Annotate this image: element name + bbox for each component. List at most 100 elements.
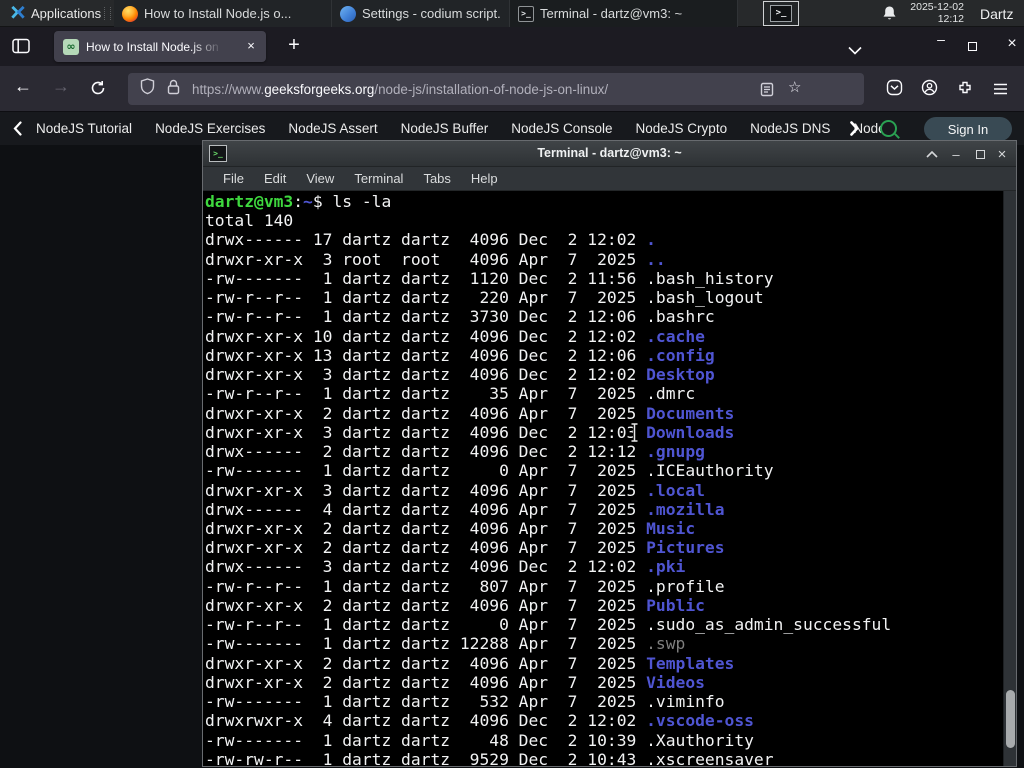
file-name: .local <box>646 480 705 500</box>
taskbar-button-vscodium[interactable]: Settings - codium script... <box>332 0 510 27</box>
terminal-shade-button[interactable] <box>920 141 944 167</box>
terminal-menu-terminal[interactable]: Terminal <box>344 171 413 186</box>
prompt-userhost: dartz@vm3 <box>205 192 294 211</box>
listing-row-meta: -rw-r--r-- 1 dartz dartz 807 Apr 7 2025 <box>205 576 647 596</box>
nav-item-nodejs-crypto[interactable]: NodeJS Crypto <box>636 121 728 136</box>
file-name: Music <box>646 518 696 538</box>
prompt-command: $ ls -la <box>312 192 392 211</box>
browser-close-button[interactable]: × <box>1000 35 1024 53</box>
file-name: .sudo_as_admin_successful <box>646 615 892 635</box>
file-name: .dmrc <box>646 384 696 404</box>
listing-row-meta: drwxr-xr-x 2 dartz dartz 4096 Apr 7 2025 <box>205 538 647 558</box>
browser-tab[interactable]: ∞ How to Install Node.js on × <box>54 31 266 62</box>
browser-maximize-button[interactable] <box>968 42 977 51</box>
extensions-icon[interactable] <box>957 80 973 101</box>
new-tab-button[interactable]: + <box>280 32 308 60</box>
nav-scroll-right-icon[interactable] <box>850 121 859 141</box>
file-name: Pictures <box>646 538 725 558</box>
nav-item-nodejs-dns[interactable]: NodeJS DNS <box>750 121 830 136</box>
file-name: .config <box>646 345 715 365</box>
file-name: Videos <box>646 672 705 692</box>
file-name: .ICEauthority <box>646 461 774 481</box>
taskbar-button-firefox[interactable]: How to Install Node.js o... <box>114 0 332 27</box>
text-cursor-pointer <box>628 422 641 448</box>
back-button[interactable]: ← <box>14 76 32 97</box>
listing-row-meta: -rw------- 1 dartz dartz 0 Apr 7 2025 <box>205 461 647 481</box>
terminal-menu-view[interactable]: View <box>296 171 344 186</box>
nav-item-nodejs-assert[interactable]: NodeJS Assert <box>288 121 377 136</box>
listing-row-meta: -rw-r--r-- 1 dartz dartz 35 Apr 7 2025 <box>205 384 647 404</box>
firefox-icon <box>122 5 138 22</box>
menu-hamburger-icon[interactable] <box>993 82 1008 100</box>
terminal-menu-help[interactable]: Help <box>461 171 508 186</box>
nav-item-nodejs-exercises[interactable]: NodeJS Exercises <box>155 121 265 136</box>
listing-row-meta: drwxr-xr-x 3 dartz dartz 4096 Dec 2 12:0… <box>205 422 647 442</box>
listing-row-meta: drwxr-xr-x 3 dartz dartz 4096 Apr 7 2025 <box>205 480 647 500</box>
browser-tab-bar: ∞ How to Install Node.js on × + – × <box>0 27 1024 66</box>
nav-item-nodejs-console[interactable]: NodeJS Console <box>511 121 612 136</box>
browser-toolbar: ← → https://www.geeksforgeeks.org/node-j… <box>0 66 1024 112</box>
listing-row-meta: drwxrwxr-x 4 dartz dartz 4096 Dec 2 12:0… <box>205 711 647 731</box>
url-scheme: https://www. <box>192 81 265 97</box>
terminal-maximize-button[interactable] <box>968 141 992 167</box>
taskbar-button-label: Settings - codium script... <box>362 6 501 21</box>
applications-label: Applications <box>31 6 102 21</box>
file-name: Templates <box>646 653 735 673</box>
file-name: .swp <box>646 634 686 654</box>
file-name: .. <box>646 249 666 269</box>
taskbar-button-label: Terminal - dartz@vm3: ~ <box>540 6 683 21</box>
browser-minimize-button[interactable]: – <box>928 31 954 47</box>
listing-row-meta: -rw------- 1 dartz dartz 532 Apr 7 2025 <box>205 692 647 712</box>
notification-bell-icon[interactable] <box>882 5 897 27</box>
panel-clock[interactable]: 2025-12-02 12:12 <box>904 1 964 25</box>
tracking-shield-icon[interactable] <box>140 78 155 100</box>
search-icon[interactable] <box>880 120 897 137</box>
terminal-scrollbar-thumb[interactable] <box>1006 690 1015 748</box>
file-name: .cache <box>646 326 705 346</box>
reload-icon[interactable] <box>90 80 106 101</box>
listing-row-meta: drwx------ 17 dartz dartz 4096 Dec 2 12:… <box>205 230 647 250</box>
address-bar[interactable]: https://www.geeksforgeeks.org/node-js/in… <box>128 73 864 105</box>
listing-row-meta: drwxr-xr-x 2 dartz dartz 4096 Apr 7 2025 <box>205 672 647 692</box>
terminal-title-bar[interactable]: >_ Terminal - dartz@vm3: ~ – × <box>203 141 1016 167</box>
url-domain: geeksforgeeks.org <box>264 81 375 97</box>
forward-button[interactable]: → <box>52 76 70 97</box>
panel-user-menu[interactable]: Dartz <box>980 0 1013 27</box>
list-tabs-chevron-icon[interactable] <box>848 42 862 60</box>
tab-close-icon[interactable]: × <box>243 38 259 54</box>
terminal-menu-edit[interactable]: Edit <box>254 171 296 186</box>
terminal-scrollbar[interactable] <box>1003 191 1016 766</box>
lock-icon[interactable] <box>167 79 180 100</box>
nav-item-nodejs-tutorial[interactable]: NodeJS Tutorial <box>36 121 132 136</box>
terminal-output[interactable]: dartz@vm3:~$ ls -la total 140 drwx------… <box>205 192 891 766</box>
terminal-close-button[interactable]: × <box>990 141 1014 167</box>
firefox-view-icon[interactable] <box>12 38 30 59</box>
applications-menu[interactable]: Applications <box>6 0 105 27</box>
file-name: .vscode-oss <box>646 711 754 731</box>
terminal-content[interactable]: dartz@vm3:~$ ls -la total 140 drwx------… <box>203 191 1016 766</box>
listing-row-meta: drwx------ 3 dartz dartz 4096 Dec 2 12:0… <box>205 557 647 577</box>
sign-in-button[interactable]: Sign In <box>924 117 1012 141</box>
listing-row-meta: drwxr-xr-x 2 dartz dartz 4096 Apr 7 2025 <box>205 653 647 673</box>
pocket-icon[interactable] <box>886 79 903 101</box>
terminal-menu-file[interactable]: File <box>213 171 254 186</box>
listing-row-meta: -rw-r--r-- 1 dartz dartz 220 Apr 7 2025 <box>205 288 647 308</box>
terminal-minimize-button[interactable]: – <box>944 141 968 167</box>
panel-user-label: Dartz <box>980 5 1014 22</box>
taskbar-button-terminal[interactable]: >_ Terminal - dartz@vm3: ~ <box>510 0 738 27</box>
terminal-menu-tabs[interactable]: Tabs <box>413 171 460 186</box>
file-name: .gnupg <box>646 442 705 462</box>
reader-view-icon[interactable] <box>760 82 774 102</box>
file-name: Documents <box>646 403 735 423</box>
nav-item-nodejs-buffer[interactable]: NodeJS Buffer <box>401 121 489 136</box>
terminal-launcher[interactable]: >_ <box>763 1 799 26</box>
account-icon[interactable] <box>921 79 938 101</box>
nav-scroll-left-icon[interactable] <box>13 121 22 141</box>
file-name: .mozilla <box>646 499 725 519</box>
listing-row-meta: drwxr-xr-x 2 dartz dartz 4096 Apr 7 2025 <box>205 403 647 423</box>
bookmark-star-icon[interactable]: ☆ <box>788 78 801 96</box>
url-text[interactable]: https://www.geeksforgeeks.org/node-js/in… <box>192 82 752 97</box>
terminal-window-title: Terminal - dartz@vm3: ~ <box>537 146 682 160</box>
file-name: .bash_history <box>646 268 774 288</box>
tab-title: How to Install Node.js on <box>86 39 219 54</box>
